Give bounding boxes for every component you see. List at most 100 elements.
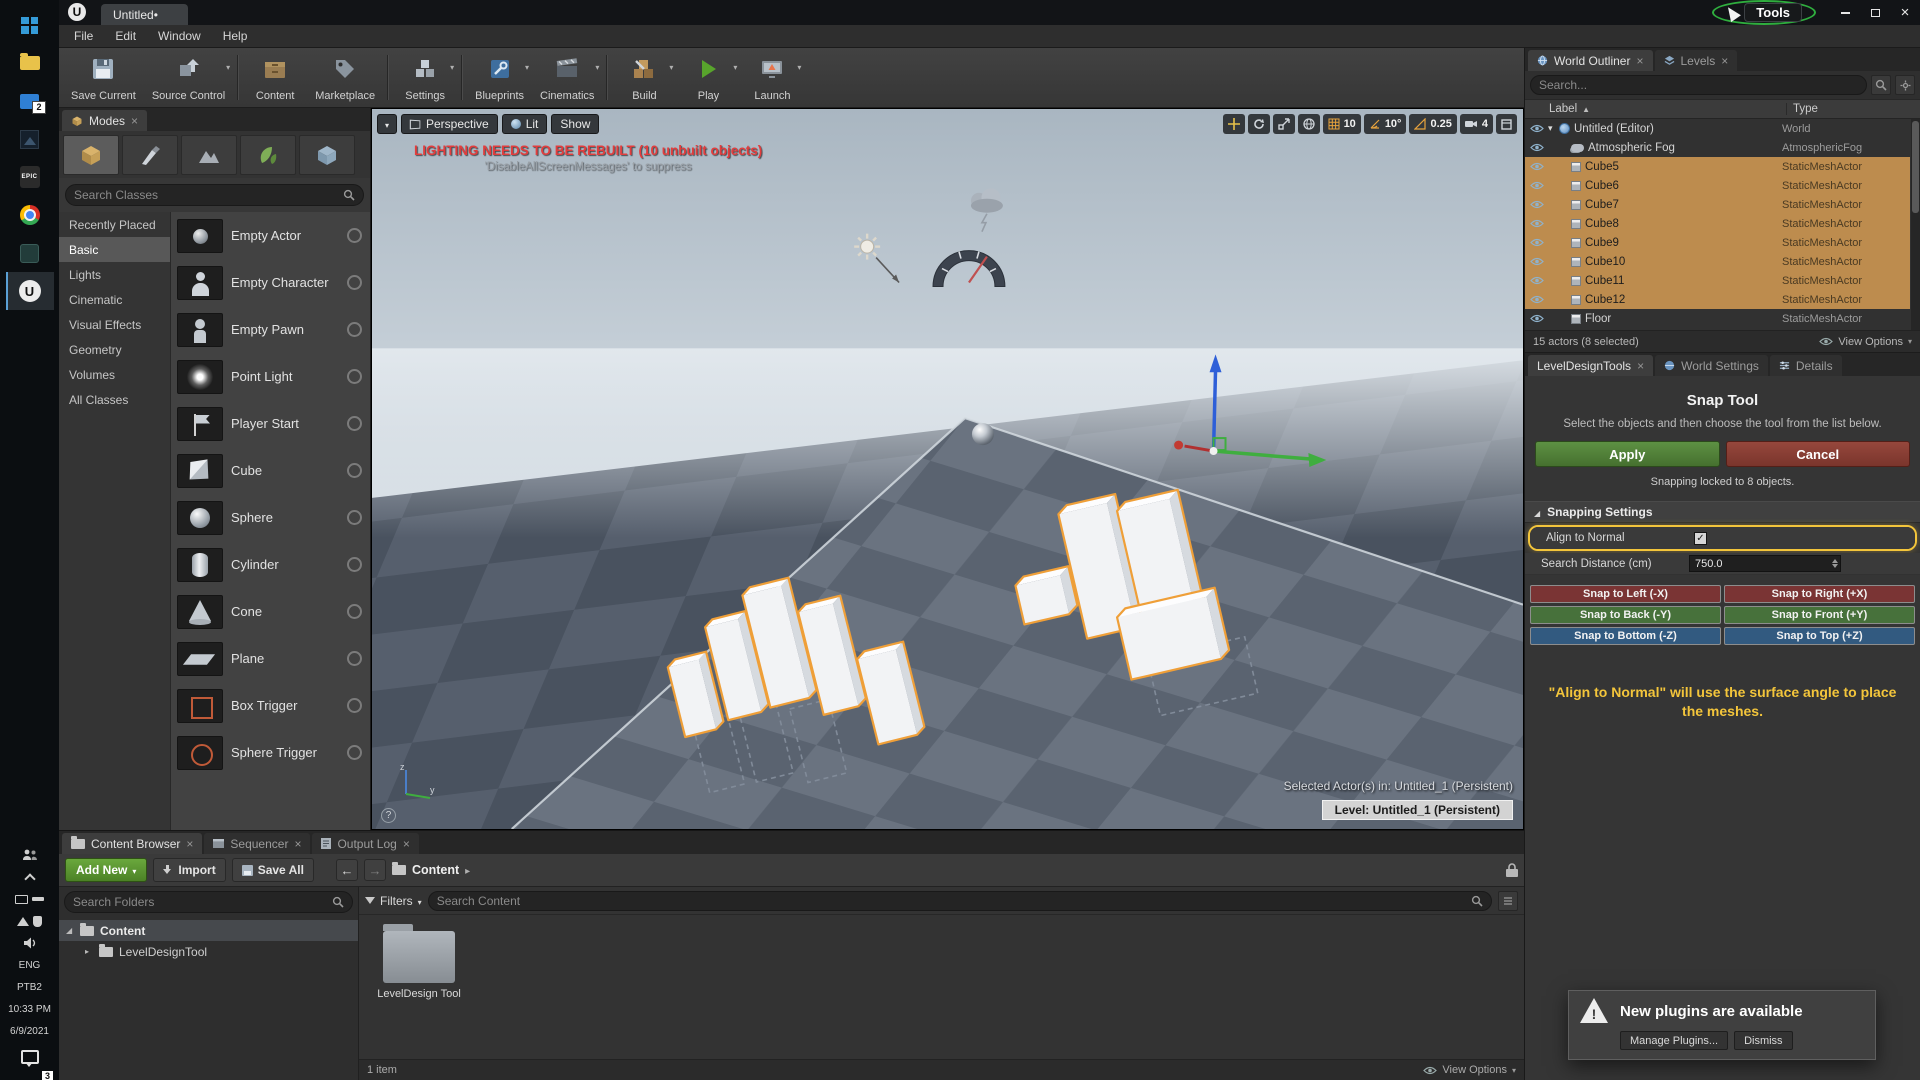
placeable-item[interactable]: Plane [171,635,370,682]
marketplace-button[interactable]: Marketplace [307,50,383,105]
perspective-button[interactable]: Perspective [401,114,498,134]
settings-button[interactable]: Settings [393,50,457,105]
outliner-row[interactable]: Cube10 StaticMeshActor [1525,252,1910,271]
drag-handle-icon[interactable] [347,745,362,760]
start-button[interactable] [6,6,54,44]
expander-icon[interactable]: ◢ [66,926,74,935]
action-center-button[interactable]: 3 [6,1042,54,1072]
close-tab-icon[interactable] [1637,359,1644,373]
foliage-mode-tab[interactable] [240,135,296,175]
show-button[interactable]: Show [551,114,599,134]
close-tab-icon[interactable] [294,837,301,851]
category-item[interactable]: Geometry [59,337,170,362]
category-item[interactable]: Basic [59,237,170,262]
menu-item[interactable]: Help [212,25,259,47]
outliner-row[interactable]: Cube8 StaticMeshActor [1525,214,1910,233]
scrollbar-thumb[interactable] [1912,121,1919,213]
blueprints-button[interactable]: Blueprints [467,50,532,105]
view-options-button[interactable]: View Options [1819,336,1912,348]
outliner-row[interactable]: Cube11 StaticMeshActor [1525,271,1910,290]
menu-item[interactable]: Window [147,25,212,47]
save-current-button[interactable]: Save Current [63,50,144,105]
close-tab-icon[interactable] [131,114,138,128]
visibility-toggle[interactable] [1525,276,1548,285]
drag-handle-icon[interactable] [347,604,362,619]
align-to-normal-checkbox[interactable]: ✓ [1694,532,1707,545]
outliner-row[interactable]: Cube9 StaticMeshActor [1525,233,1910,252]
category-item[interactable]: All Classes [59,387,170,412]
maximize-viewport-button[interactable] [1496,114,1517,134]
level-viewport[interactable]: Perspective Lit Show LIGHTING NEEDS TO B… [371,108,1524,830]
saved-filters-button[interactable] [1498,891,1518,911]
drag-handle-icon[interactable] [347,510,362,525]
outliner-row[interactable]: Cube6 StaticMeshActor [1525,176,1910,195]
drag-handle-icon[interactable] [347,557,362,572]
tray-network[interactable] [6,910,54,932]
landscape-mode-tab[interactable] [181,135,237,175]
visibility-toggle[interactable] [1525,219,1548,228]
content-button[interactable]: Content [243,50,307,105]
placeable-item[interactable]: Cylinder [171,541,370,588]
manage-plugins-button[interactable]: Manage Plugins... [1620,1031,1728,1050]
snap-direction-button[interactable]: Snap to Right (+X) [1724,585,1915,603]
outliner-row[interactable]: Cube12 StaticMeshActor [1525,290,1910,309]
outliner-search-input[interactable] [1539,78,1858,92]
drag-handle-icon[interactable] [347,698,362,713]
tab-world-outliner[interactable]: World Outliner [1528,50,1653,71]
expander-icon[interactable]: ▸ [85,947,93,956]
drag-handle-icon[interactable] [347,228,362,243]
placeable-item[interactable]: Point Light [171,353,370,400]
tab-output-log[interactable]: Output Log [312,833,418,854]
view-options-button[interactable]: View Options [1423,1064,1516,1076]
category-item[interactable]: Volumes [59,362,170,387]
visibility-toggle[interactable] [1525,181,1548,190]
search-folders-input[interactable] [73,895,326,909]
placeable-item[interactable]: Sphere Trigger [171,729,370,776]
tray-volume[interactable] [6,932,54,954]
place-mode-tab[interactable] [63,135,119,175]
column-type[interactable]: Type [1786,103,1920,115]
placeable-item[interactable]: Cone [171,588,370,635]
category-item[interactable]: Lights [59,262,170,287]
clock-date[interactable]: 6/9/2021 [6,1020,54,1042]
search-classes-input[interactable] [74,188,337,202]
visibility-toggle[interactable] [1525,162,1548,171]
outliner-scrollbar[interactable] [1911,119,1920,330]
minimize-button[interactable] [1830,0,1860,25]
outliner-search-button[interactable] [1871,75,1891,95]
menu-item[interactable]: File [63,25,104,47]
viewport-options-button[interactable] [377,114,397,134]
level-indicator[interactable]: Level: Untitled_1 (Persistent) [1322,800,1513,820]
placeable-item[interactable]: Sphere [171,494,370,541]
cinematics-button[interactable]: Cinematics [532,50,602,105]
show-hidden-icons-button[interactable] [6,866,54,888]
visibility-toggle[interactable] [1525,257,1548,266]
language-primary[interactable]: ENG [6,954,54,976]
placeable-item[interactable]: Cube [171,447,370,494]
category-item[interactable]: Cinematic [59,287,170,312]
close-tab-icon[interactable] [1721,54,1728,68]
scale-tool-button[interactable] [1273,114,1295,134]
drag-handle-icon[interactable] [347,416,362,431]
play-button[interactable]: Play [676,50,740,105]
outliner-row[interactable]: Cube7 StaticMeshActor [1525,195,1910,214]
outliner-row[interactable]: ▾ Untitled (Editor) World [1525,119,1910,138]
grid-snap-button[interactable]: 10 [1323,114,1361,134]
visibility-toggle[interactable] [1525,295,1548,304]
expander-icon[interactable]: ▾ [1548,123,1559,134]
snap-direction-button[interactable]: Snap to Left (-X) [1530,585,1721,603]
tree-item-leveldesigntool[interactable]: ▸ LevelDesignTool [59,941,358,962]
lock-icon[interactable] [1506,863,1518,877]
breadcrumb[interactable]: Content [392,863,470,877]
category-item[interactable]: Recently Placed [59,212,170,237]
snap-direction-button[interactable]: Snap to Front (+Y) [1724,606,1915,624]
tab-leveldesigntools[interactable]: LevelDesignTools [1528,355,1653,376]
asset-folder-leveldesigntool[interactable]: LevelDesign Tool [371,923,467,1002]
maximize-button[interactable] [1860,0,1890,25]
cancel-button[interactable]: Cancel [1726,441,1911,467]
mail-app-button[interactable]: 2 [6,82,54,120]
rotate-tool-button[interactable] [1248,114,1270,134]
snapping-settings-section[interactable]: Snapping Settings [1525,501,1920,523]
import-button[interactable]: Import [153,858,225,882]
outliner-row[interactable]: Floor StaticMeshActor [1525,309,1910,328]
